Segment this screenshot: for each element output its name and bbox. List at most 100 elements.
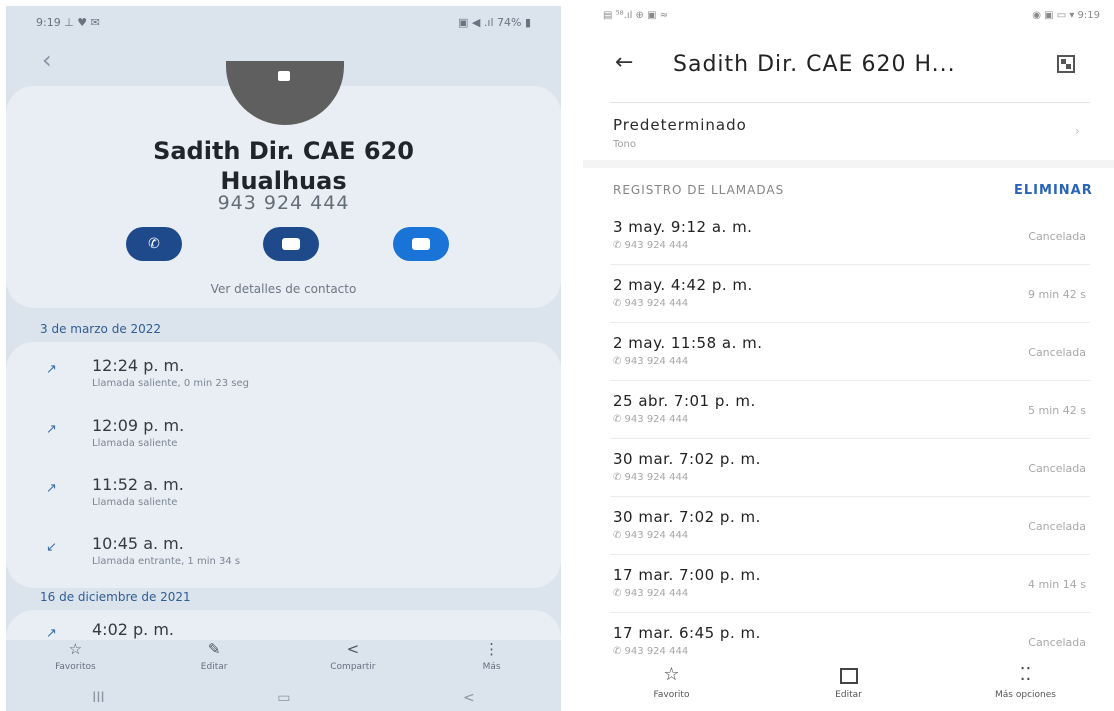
date-header: 16 de diciembre de 2021	[40, 590, 191, 604]
back-icon[interactable]: ‹	[42, 48, 52, 72]
contact-name-line2: Hualhuas	[220, 167, 347, 195]
call-log-item[interactable]: ↙ 10:45 a. m. Llamada entrante, 1 min 34…	[6, 524, 561, 580]
call-log-item[interactable]: ↗ 12:24 p. m. Llamada saliente, 0 min 23…	[6, 346, 561, 402]
call-detail: Llamada saliente	[92, 438, 178, 449]
divider	[610, 496, 1090, 497]
divider	[610, 322, 1090, 323]
entry-status: Cancelada	[1028, 346, 1086, 359]
more-options-label: Más opciones	[995, 690, 1056, 700]
incoming-call-icon: ↙	[46, 540, 57, 555]
recents-icon[interactable]: III	[92, 690, 104, 706]
qr-code-icon[interactable]	[1057, 55, 1075, 73]
call-time: 11:52 a. m.	[92, 475, 184, 494]
back-nav-icon[interactable]: <	[463, 690, 475, 706]
bottom-nav: ☆ Favorito Editar ⁚⁚ Más opciones	[583, 664, 1114, 711]
more-options-button[interactable]: ⁚⁚ Más opciones	[956, 664, 1096, 711]
favorites-label: Favoritos	[55, 662, 96, 672]
call-detail: Llamada saliente, 0 min 23 seg	[92, 378, 250, 389]
pencil-icon: ✎	[207, 640, 221, 658]
default-setting-label[interactable]: Predeterminado	[613, 116, 747, 134]
share-label: Compartir	[330, 662, 376, 672]
bottom-nav: ☆ Favoritos ✎ Editar < Compartir ⋮ Más	[6, 640, 561, 682]
divider	[610, 438, 1090, 439]
call-time: 12:09 p. m.	[92, 416, 185, 435]
entry-time: 17 mar. 6:45 p. m.	[613, 624, 761, 642]
edit-button[interactable]: Editar	[779, 664, 919, 711]
date-header: 3 de marzo de 2022	[40, 322, 162, 336]
entry-status: 4 min 14 s	[1028, 578, 1086, 591]
more-vertical-icon: ⋮	[484, 640, 500, 658]
outgoing-call-icon: ↗	[46, 422, 57, 437]
divider	[610, 554, 1090, 555]
call-log-entry[interactable]: 17 mar. 7:00 p. m. ✆ 943 924 444 4 min 1…	[583, 566, 1114, 624]
entry-time: 3 may. 9:12 a. m.	[613, 218, 753, 236]
outgoing-call-icon: ↗	[46, 481, 57, 496]
entry-time: 30 mar. 7:02 p. m.	[613, 450, 761, 468]
status-left: 9:19 ⊥ ♥ ✉	[36, 16, 100, 29]
call-log-entry[interactable]: 2 may. 4:42 p. m. ✆ 943 924 444 9 min 42…	[583, 276, 1114, 334]
system-nav-bar: III ▭ <	[6, 684, 561, 711]
home-icon[interactable]: ▭	[277, 690, 290, 706]
call-log-entry[interactable]: 30 mar. 7:02 p. m. ✆ 943 924 444 Cancela…	[583, 450, 1114, 508]
call-time: 10:45 a. m.	[92, 534, 184, 553]
right-phone-screen: ▤ ⁵⁸.ıl ⊕ ▣ ≈ ◉ ▣ ▭ ▾ 9:19 ← Sadith Dir.…	[583, 0, 1114, 711]
status-right: ▣ ◀ .ıl 74% ▮	[458, 16, 531, 29]
message-icon	[282, 238, 300, 250]
entry-time: 2 may. 11:58 a. m.	[613, 334, 763, 352]
more-label: Más	[482, 662, 501, 672]
entry-status: 9 min 42 s	[1028, 288, 1086, 301]
entry-number: ✆ 943 924 444	[613, 356, 689, 367]
call-log-item[interactable]: ↗ 12:09 p. m. Llamada saliente	[6, 406, 561, 462]
edit-label: Editar	[200, 662, 228, 672]
section-gap	[583, 160, 1114, 168]
favorite-label: Favorito	[653, 690, 690, 700]
chevron-right-icon: ›	[1075, 124, 1080, 138]
call-log-entry[interactable]: 3 may. 9:12 a. m. ✆ 943 924 444 Cancelad…	[583, 218, 1114, 276]
view-contact-details-link[interactable]: Ver detalles de contacto	[6, 282, 561, 296]
call-detail: Llamada entrante, 1 min 34 s	[92, 556, 241, 567]
call-button[interactable]: ✆	[126, 227, 182, 261]
entry-number: ✆ 943 924 444	[613, 472, 689, 483]
contact-phone: 943 924 444	[217, 192, 350, 214]
delete-button[interactable]: ELIMINAR	[1014, 183, 1093, 198]
call-log-item[interactable]: ↗ 11:52 a. m. Llamada saliente	[6, 465, 561, 521]
outgoing-call-icon: ↗	[46, 362, 57, 377]
favorites-button[interactable]: ☆ Favoritos	[20, 640, 130, 682]
default-setting-value: Tono	[613, 139, 636, 150]
call-log-entry[interactable]: 30 mar. 7:02 p. m. ✆ 943 924 444 Cancela…	[583, 508, 1114, 566]
entry-number: ✆ 943 924 444	[613, 298, 689, 309]
contact-name-line1: Sadith Dir. CAE 620	[153, 137, 414, 165]
entry-time: 25 abr. 7:01 p. m.	[613, 392, 756, 410]
share-button[interactable]: < Compartir	[298, 640, 408, 682]
page-title: Sadith Dir. CAE 620 H...	[673, 52, 956, 77]
video-icon	[412, 238, 430, 250]
status-right: ◉ ▣ ▭ ▾ 9:19	[1032, 10, 1100, 21]
edit-button[interactable]: ✎ Editar	[159, 640, 269, 682]
outgoing-call-icon: ↗	[46, 626, 57, 641]
call-log-entry[interactable]: 2 may. 11:58 a. m. ✆ 943 924 444 Cancela…	[583, 334, 1114, 392]
divider	[610, 380, 1090, 381]
call-log-entry[interactable]: 25 abr. 7:01 p. m. ✆ 943 924 444 5 min 4…	[583, 392, 1114, 450]
more-button[interactable]: ⋮ Más	[437, 640, 547, 682]
back-arrow-icon[interactable]: ←	[615, 52, 633, 74]
share-icon: <	[346, 640, 360, 658]
entry-status: Cancelada	[1028, 636, 1086, 649]
entry-status: Cancelada	[1028, 462, 1086, 475]
call-time: 4:02 p. m.	[92, 620, 175, 639]
call-detail: Llamada saliente	[92, 497, 178, 508]
star-icon: ☆	[68, 640, 83, 658]
edit-icon	[839, 668, 858, 684]
left-phone-screen: 9:19 ⊥ ♥ ✉ ▣ ◀ .ıl 74% ▮ ‹ Sadith Dir. C…	[6, 6, 561, 711]
entry-number: ✆ 943 924 444	[613, 530, 689, 541]
message-button[interactable]	[263, 227, 319, 261]
divider	[610, 102, 1090, 103]
status-bar: ▤ ⁵⁸.ıl ⊕ ▣ ≈ ◉ ▣ ▭ ▾ 9:19	[603, 10, 1100, 24]
video-call-button[interactable]	[393, 227, 449, 261]
call-log-header: REGISTRO DE LLAMADAS	[613, 183, 785, 197]
entry-number: ✆ 943 924 444	[613, 588, 689, 599]
star-icon: ☆	[663, 664, 680, 685]
status-left: ▤ ⁵⁸.ıl ⊕ ▣ ≈	[603, 10, 669, 21]
more-dots-icon: ⁚⁚	[1019, 664, 1032, 685]
favorite-button[interactable]: ☆ Favorito	[602, 664, 742, 711]
phone-icon: ✆	[148, 236, 160, 252]
